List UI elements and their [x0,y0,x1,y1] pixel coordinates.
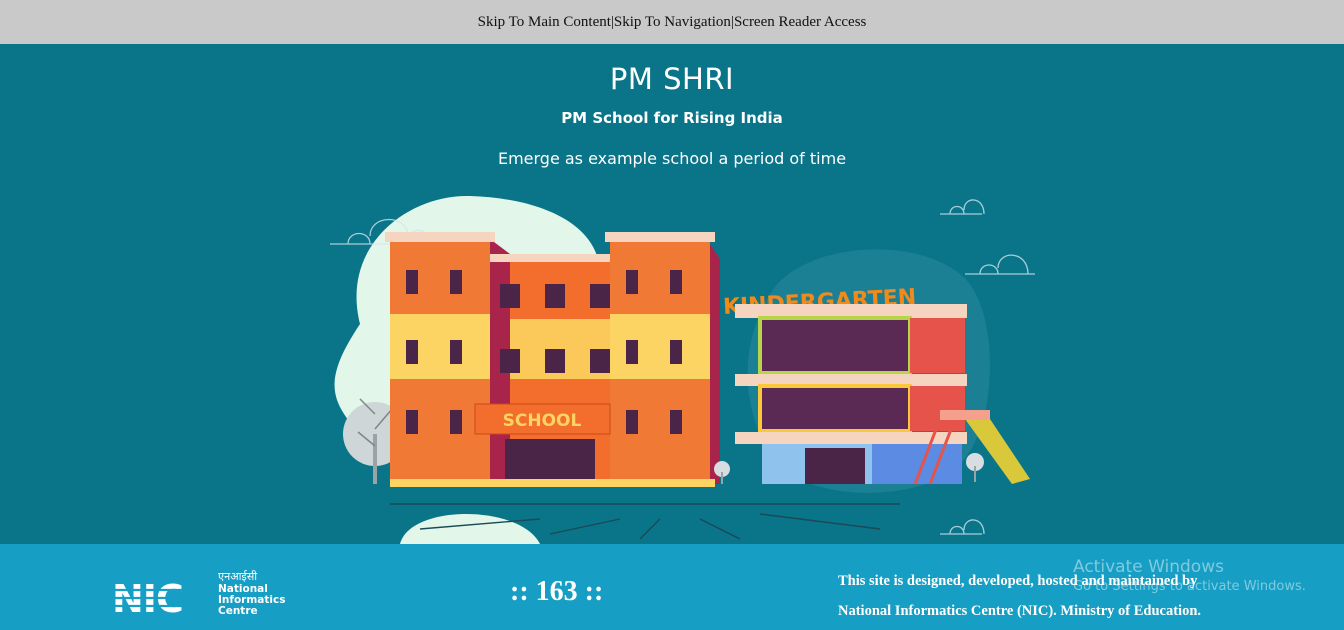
site-footer: NIC एनआईसी National Informatics Centre :… [0,544,1344,630]
credit-line-2: National Informatics Centre (NIC). Minis… [838,603,1202,619]
school-sign-text: SCHOOL [503,411,582,431]
nic-logo-hindi: एनआईसी [218,570,257,583]
skip-links-bar: Skip To Main Content | Skip To Navigatio… [0,0,1344,44]
nic-logo-line3: Centre [218,605,258,617]
school-illustration: SCHOOL KINDERGARTEN [330,195,1035,544]
page-tagline: Emerge as example school a period of tim… [497,149,847,168]
page-title: PM SHRI [609,62,735,96]
watermark-title: Activate Windows [1073,557,1224,577]
nic-logo[interactable]: NIC एनआईसी National Informatics Centre [110,568,300,618]
visitor-counter: :: 163 :: [510,576,604,607]
hero-banner: PM SHRI PM School for Rising India Emerg… [0,44,1344,544]
skip-to-navigation-link[interactable]: Skip To Navigation [614,14,731,31]
page-subtitle: PM School for Rising India [561,109,783,127]
activate-windows-watermark: Activate Windows Go to Settings to activ… [1073,557,1333,594]
watermark-subtitle: Go to Settings to activate Windows. [1073,579,1306,594]
screen-reader-access-link[interactable]: Screen Reader Access [734,14,866,31]
skip-to-main-content-link[interactable]: Skip To Main Content [478,14,611,31]
